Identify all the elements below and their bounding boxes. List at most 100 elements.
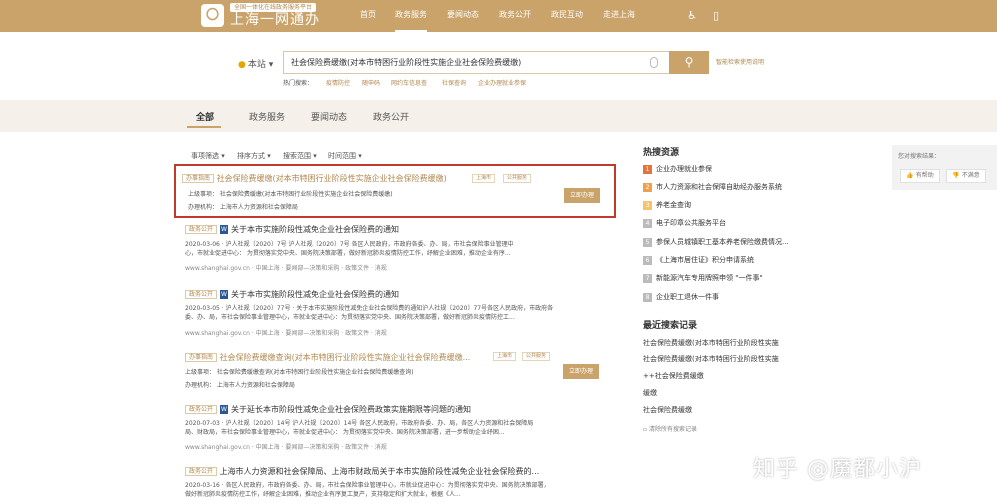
rank-badge: 7 (643, 273, 652, 283)
result-item: 政务公开 上海市人力资源和社会保障局、上海市财政局关于本市实施阶段性减免企业社会… (185, 464, 617, 503)
result-badge: 办事指南 (185, 353, 218, 362)
filter-scope[interactable]: 搜索范围 ▾ (283, 151, 317, 161)
result-tabs: 全部 政务服务 要闻动态 政务公开 (0, 100, 997, 132)
hot-term[interactable]: 网约车信息查 (391, 78, 427, 87)
hot-resource-item[interactable]: 4 电子印章公共服务平台 (643, 218, 726, 228)
accessibility-icon[interactable]: ♿ (686, 9, 698, 22)
result-desc: 做好新冠肺炎疫情防控工作，纾解企业困难，推动企业有序复工复产，支持稳定和扩大就业… (185, 491, 461, 498)
recent-search-item[interactable]: 社会保险费缓缴(对本市特困行业阶段性实施 (643, 354, 779, 364)
microphone-icon[interactable] (650, 57, 658, 68)
thumb-up-icon: 👍 (906, 172, 916, 179)
active-tab-indicator (187, 126, 221, 128)
hot-resource-item[interactable]: 7 新能源汽车专用牌照申领 "一件事" (643, 273, 763, 283)
result-parent-item: 上级事项： 社会保险费缓缴查询(对本市特困行业阶段性实施企业社会保险费缓缴查询) (185, 369, 414, 376)
clear-history-link[interactable]: ▫ 清除所有搜索记录 (643, 424, 697, 433)
result-desc: 委、办、局，市社会保险事业管理中心，市就业促进中心：为贯彻落实党中央、国务院决策… (185, 314, 515, 321)
word-doc-icon: W (220, 405, 229, 414)
nav-services[interactable]: 政务服务 (395, 0, 427, 32)
result-title-line[interactable]: 政务公开 W 关于本市实施阶段性减免企业社会保险费的通知 (185, 224, 399, 235)
rank-badge: 1 (643, 164, 652, 174)
recent-search-item[interactable]: 社会保险费缓缴 (643, 405, 692, 415)
filter-item-type[interactable]: 事项筛选 ▾ (191, 151, 225, 161)
hot-resource-item[interactable]: 2 市人力资源和社会保障自助经办服务系统 (643, 182, 782, 192)
result-tag-region: 上海市 (493, 352, 517, 361)
search-icon: ⚲ (684, 55, 694, 69)
result-meta: 2020-03-16 · 各区人民政府，市政府各委、办、局，市社会保险事业管理中… (185, 482, 550, 489)
logo-icon[interactable]: 〇 (201, 4, 224, 27)
tab-open-gov[interactable]: 政务公开 (373, 110, 409, 123)
rank-badge: 3 (643, 200, 652, 210)
result-item: 政务公开 W 关于延长本市阶段性减免企业社会保险费政策实施期限等问题的通知 2020… (185, 402, 617, 454)
search-button[interactable]: ⚲ (669, 51, 709, 74)
recent-search-item[interactable]: 社会保险费缓缴(对本市特困行业阶段性实施 (643, 338, 779, 348)
result-badge: 政务公开 (185, 467, 218, 476)
top-bar: 〇 全国一体化在线政务服务平台 上海一网通办 首页 政务服务 要闻动态 政务公开… (0, 0, 997, 32)
mobile-icon[interactable]: ▯ (710, 9, 722, 22)
result-title-line[interactable]: 政务公开 W 关于延长本市阶段性减免企业社会保险费政策实施期限等问题的通知 (185, 404, 471, 415)
hot-resource-item[interactable]: 3 养老金查询 (643, 200, 691, 210)
filter-sort[interactable]: 排序方式 ▾ (237, 151, 271, 161)
recent-search-item[interactable]: ++社会保险费缓缴 (643, 371, 704, 381)
result-badge: 政务公开 (185, 405, 218, 414)
hot-term[interactable]: 疫情防控 (326, 78, 350, 87)
result-title-keyword[interactable]: 社会保险费缓缴查询 (220, 353, 292, 362)
hot-resource-item[interactable]: 5 参保人员城镇职工基本养老保险缴费情况... (643, 237, 789, 247)
result-title[interactable]: 关于延长本市阶段性减免企业社会保险费政策实施期限等问题的通知 (231, 405, 471, 414)
nav-about[interactable]: 走进上海 (603, 0, 635, 32)
result-item-highlighted[interactable]: 办事指南 社会保险费缓缴(对本市特困行业阶段性实施企业社会保险费缓缴) 上海市 … (174, 164, 616, 218)
logo-title[interactable]: 上海一网通办 (230, 12, 320, 29)
hot-term[interactable]: 随申码 (362, 78, 380, 87)
hot-term[interactable]: 企业办理就业参保 (478, 78, 526, 87)
nav-interaction[interactable]: 政民互动 (551, 0, 583, 32)
word-doc-icon: W (220, 225, 229, 234)
result-title[interactable]: 关于本市实施阶段性减免企业社会保险费的通知 (231, 225, 399, 234)
result-tag-type: 公共服务 (522, 352, 551, 361)
rank-badge: 4 (643, 218, 652, 228)
apply-now-button[interactable]: 立即办理 (563, 364, 599, 379)
result-title[interactable]: 上海市人力资源和社会保障局、上海市财政局关于本市实施阶段性减免企业社会保险费的.… (220, 467, 540, 476)
recent-searches-title: 最近搜索记录 (643, 321, 698, 331)
hot-resource-item[interactable]: 6 《上海市居住证》积分申请系统 (643, 255, 754, 265)
result-title-tail[interactable]: (对本市特困行业阶段性实施企业社会保险费缓缴... (292, 353, 471, 362)
tab-services[interactable]: 政务服务 (249, 110, 285, 123)
result-badge: 办事指南 (182, 174, 215, 183)
not-satisfied-button[interactable]: 👎 不满意 (946, 169, 986, 183)
tab-all[interactable]: 全部 (196, 110, 214, 123)
result-title-line[interactable]: 政务公开 上海市人力资源和社会保障局、上海市财政局关于本市实施阶段性减免企业社会… (185, 466, 539, 477)
result-title-line[interactable]: 办事指南 社会保险费缓缴(对本市特困行业阶段性实施企业社会保险费缓缴) (182, 173, 447, 184)
result-title[interactable]: 关于本市实施阶段性减免企业社会保险费的通知 (231, 290, 399, 299)
result-url[interactable]: www.shanghai.gov.cn · 中国上海 · 要闻部—决策和采购 ·… (185, 328, 387, 337)
nav-open-gov[interactable]: 政务公开 (499, 0, 531, 32)
result-title-line[interactable]: 办事指南 社会保险费缓缴查询(对本市特困行业阶段性实施企业社会保险费缓缴... (185, 352, 470, 363)
hot-search-label: 热门搜索： (283, 80, 314, 87)
result-item: 办事指南 社会保险费缓缴查询(对本市特困行业阶段性实施企业社会保险费缓缴... … (185, 350, 617, 395)
result-url[interactable]: www.shanghai.gov.cn · 中国上海 · 要闻部—决策和采购 ·… (185, 263, 387, 272)
result-agency: 办理机构： 上海市人力资源和社会保障局 (188, 204, 298, 211)
result-tag-region: 上海市 (472, 174, 496, 183)
hot-term[interactable]: 社保查询 (442, 78, 466, 87)
apply-now-button[interactable]: 立即办理 (564, 188, 600, 203)
word-doc-icon: W (220, 290, 229, 299)
filter-time[interactable]: 时间范围 ▾ (328, 151, 362, 161)
recent-search-item[interactable]: 缓缴 (643, 388, 657, 398)
smart-search-help-link[interactable]: 智能检索使用说明 (716, 57, 764, 66)
result-title[interactable]: 社会保险费缓缴(对本市特困行业阶段性实施企业社会保险费缓缴) (217, 174, 447, 183)
result-url[interactable]: www.shanghai.gov.cn · 中国上海 · 要闻部—决策和采购 ·… (185, 442, 387, 451)
hot-resource-item[interactable]: 8 企业职工退休一件事 (643, 292, 719, 302)
result-desc: 心，市就业促进中心： 为贯彻落实党中央、国务院决策部署，做好新冠肺炎疫情防控工作… (185, 250, 511, 257)
search-area: ● 本站 ▾ 社会保险费缓缴(对本市特困行业阶段性实施企业社会保险费缓缴) ⚲ 智… (0, 32, 997, 100)
result-title-line[interactable]: 政务公开 W 关于本市实施阶段性减免企业社会保险费的通知 (185, 289, 399, 300)
search-input[interactable]: 社会保险费缓缴(对本市特困行业阶段性实施企业社会保险费缓缴) (283, 51, 669, 74)
result-meta: 2020-03-06 · 沪人社规〔2020〕7号 沪人社规〔2020〕7号 各… (185, 241, 514, 248)
helpful-button[interactable]: 👍 有帮助 (900, 169, 940, 183)
location-pin-icon: ● (238, 60, 246, 70)
result-tag-type: 公共服务 (503, 174, 532, 183)
hot-resources-title: 热搜资源 (643, 148, 680, 158)
nav-home[interactable]: 首页 (360, 0, 376, 32)
feedback-panel: 您对搜索结果： 👍 有帮助 👎 不满意 (892, 145, 997, 190)
search-scope-select[interactable]: ● 本站 ▾ (238, 57, 273, 70)
nav-news[interactable]: 要闻动态 (447, 0, 479, 32)
hot-resource-item[interactable]: 1 企业办理就业参保 (643, 164, 712, 174)
tab-news[interactable]: 要闻动态 (311, 110, 347, 123)
rank-badge: 2 (643, 182, 652, 192)
